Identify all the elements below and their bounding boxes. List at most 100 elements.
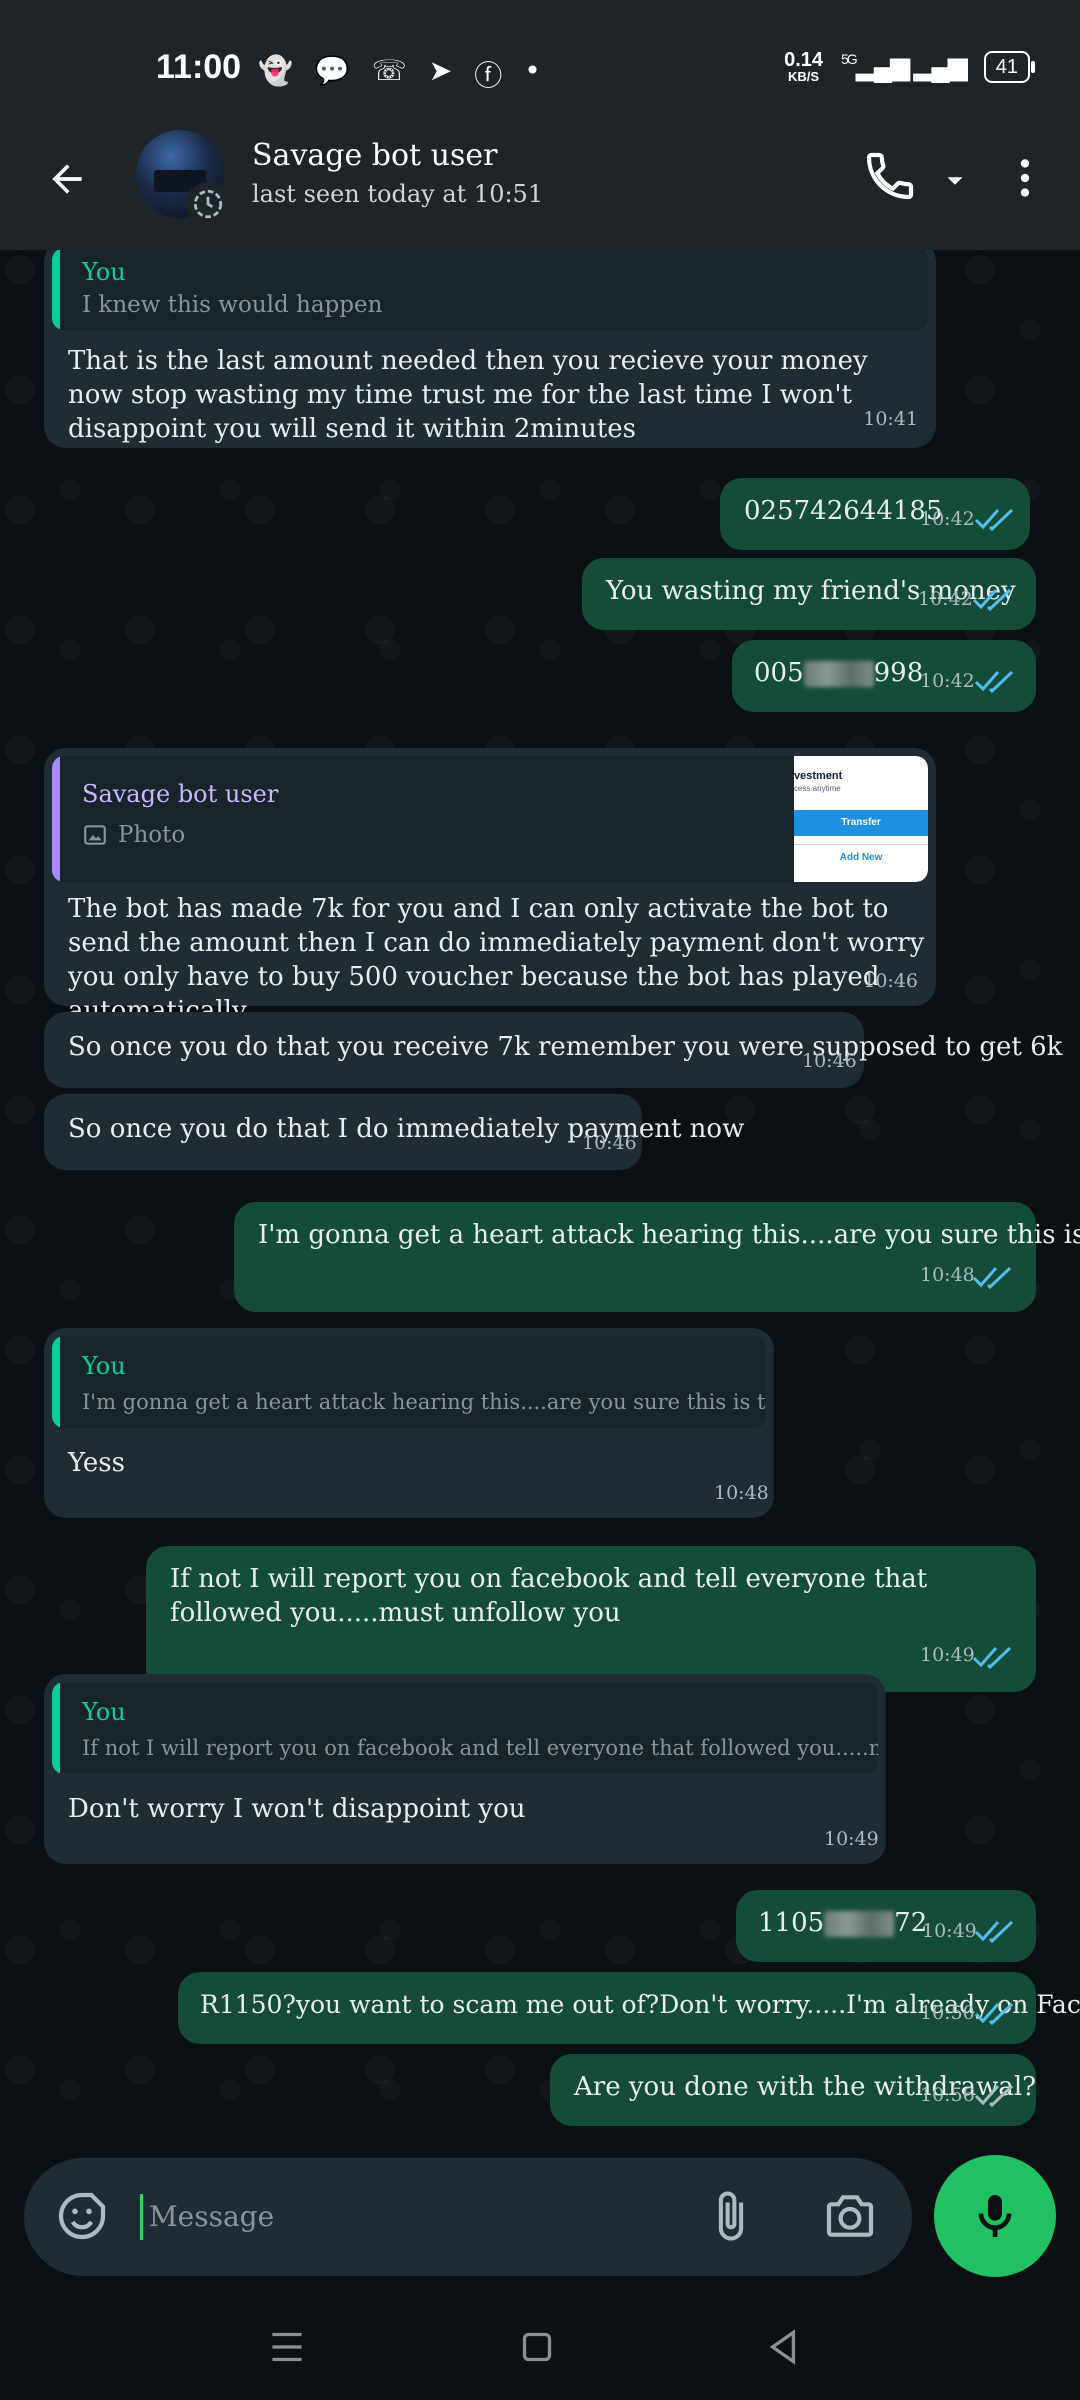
redacted-digits — [803, 661, 874, 687]
more-vert-icon — [1020, 159, 1030, 197]
facebook-icon: ⓕ — [474, 59, 503, 92]
status-time: 11:00 — [156, 48, 242, 86]
outgoing-message[interactable]: R1150?you want to scam me out of?Don't w… — [178, 1972, 1080, 2044]
incoming-message[interactable]: You I knew this would happen That is the… — [44, 250, 936, 448]
disappearing-timer-badge — [186, 182, 230, 226]
attach-icon — [718, 2191, 744, 2241]
thumb-divider — [794, 844, 928, 845]
missed-call-icon: ☏ — [371, 54, 407, 87]
quote-bar — [52, 1682, 60, 1774]
reply-quote[interactable]: You I knew this would happen — [52, 250, 928, 330]
thumb-subheading: cess anytime — [794, 784, 841, 793]
incoming-message[interactable]: Savage bot user Photo vestment cess anyt… — [44, 748, 936, 1026]
quote-author: Savage bot user — [82, 780, 279, 808]
message-time: 10:46 — [802, 1050, 857, 1072]
more-notifications-icon: • — [524, 54, 541, 87]
quote-author: You — [82, 1352, 126, 1380]
outgoing-message[interactable]: 005 998 10:42 — [732, 640, 1036, 712]
message-list[interactable]: You I knew this would happen That is the… — [0, 250, 1080, 2150]
reply-quote[interactable]: You If not I will report you on facebook… — [52, 1682, 878, 1774]
contact-name[interactable]: Savage bot user — [252, 138, 497, 173]
more-options-button[interactable] — [1000, 148, 1050, 208]
menu-icon — [272, 2332, 302, 2362]
redacted-digits — [824, 1911, 895, 1937]
message-time: 10:56 — [920, 2084, 975, 2106]
quote-text: I'm gonna get a heart attack hearing thi… — [82, 1390, 766, 1414]
message-text: I'm gonna get a heart attack hearing thi… — [258, 1220, 1080, 1250]
quote-text: If not I will report you on facebook and… — [82, 1736, 878, 1760]
message-time: 10:42 — [920, 670, 975, 692]
quote-author: You — [82, 258, 126, 286]
quote-thumbnail: vestment cess anytime Transfer Add New — [794, 756, 928, 882]
incoming-message[interactable]: So once you do that I do immediately pay… — [44, 1094, 744, 1170]
outgoing-message[interactable]: You wasting my friend's money 10:42 — [582, 558, 1036, 630]
message-composer: Message — [24, 2158, 912, 2276]
net-speed: 0.14 KB/S — [784, 50, 823, 83]
sticker-button[interactable] — [54, 2188, 114, 2248]
quote-bar — [52, 250, 60, 330]
message-text: So once you do that I do immediately pay… — [68, 1114, 745, 1144]
read-ticks-icon — [974, 670, 1014, 694]
message-time: 10:49 — [920, 1644, 975, 1666]
outgoing-message[interactable]: I'm gonna get a heart attack hearing thi… — [234, 1202, 1080, 1312]
network-type: 5G — [841, 51, 858, 67]
message-text: So once you do that you receive 7k remem… — [68, 1032, 1063, 1062]
message-time: 10:50 — [920, 2002, 975, 2024]
contact-avatar[interactable] — [136, 130, 230, 226]
message-time: 10:49 — [824, 1828, 879, 1850]
incoming-message[interactable]: So once you do that you receive 7k remem… — [44, 1012, 1062, 1088]
quote-text: I knew this would happen — [82, 292, 383, 318]
message-text: That is the last amount needed then you … — [68, 346, 868, 444]
message-text: 005 998 — [754, 656, 923, 690]
outgoing-message[interactable]: Are you done with the withdrawal? 10:56 — [550, 2054, 1036, 2126]
read-ticks-icon — [972, 1266, 1012, 1290]
call-options-dropdown[interactable] — [940, 166, 970, 196]
quote-text: Photo — [82, 822, 185, 848]
message-text-suffix: 998 — [873, 658, 924, 688]
incoming-message[interactable]: You I'm gonna get a heart attack hearing… — [44, 1328, 774, 1518]
reply-quote[interactable]: Savage bot user Photo vestment cess anyt… — [52, 756, 928, 882]
outgoing-message[interactable]: 025742644185 10:42 — [720, 478, 1030, 550]
message-input[interactable]: Message — [140, 2194, 709, 2240]
outgoing-message[interactable]: If not I will report you on facebook and… — [146, 1546, 1036, 1692]
net-speed-value: 0.14 — [784, 49, 824, 71]
delivered-ticks-icon — [974, 2084, 1014, 2108]
notification-icons: 👻 💬 ☏ ➤ ⓕ • — [258, 54, 541, 94]
status-right: 0.14 KB/S 5G▂▄▆ ▂▄▆ 41 — [784, 50, 1036, 83]
snapchat-icon: 👻 — [258, 54, 293, 87]
status-bar: 11:00 👻 💬 ☏ ➤ ⓕ • 0.14 KB/S 5G▂▄▆ ▂▄▆ 41 — [0, 0, 1080, 140]
message-time: 10:48 — [714, 1482, 769, 1504]
read-ticks-icon — [974, 508, 1014, 532]
signal-icon: 5G▂▄▆ ▂▄▆ — [841, 51, 968, 81]
recent-apps-button[interactable] — [262, 2322, 312, 2372]
reply-quote[interactable]: You I'm gonna get a heart attack hearing… — [52, 1336, 766, 1428]
attach-button[interactable] — [704, 2186, 764, 2246]
home-button[interactable] — [512, 2322, 562, 2372]
message-text: Yess — [68, 1448, 125, 1478]
camera-button[interactable] — [822, 2188, 882, 2248]
chat-bubble-icon: 💬 — [314, 54, 350, 87]
outgoing-message[interactable]: 1105 72 10:49 — [736, 1890, 1036, 1962]
voice-message-button[interactable] — [934, 2155, 1056, 2277]
back-arrow-icon — [52, 164, 82, 194]
message-text: 025742644185 — [744, 496, 943, 526]
thumb-transfer-button: Transfer — [794, 810, 928, 836]
back-button[interactable] — [36, 148, 98, 210]
net-speed-unit: KB/S — [788, 69, 820, 84]
message-text-prefix: 1105 — [758, 1908, 825, 1938]
read-ticks-icon — [972, 1646, 1012, 1670]
last-seen: last seen today at 10:51 — [252, 180, 544, 208]
mic-icon — [978, 2195, 1012, 2237]
system-nav-bar — [0, 2290, 1080, 2400]
back-triangle-icon — [769, 2329, 796, 2365]
message-time: 10:41 — [863, 408, 918, 430]
system-back-button[interactable] — [758, 2322, 808, 2372]
sticker-icon — [58, 2192, 106, 2240]
message-time: 10:42 — [918, 588, 973, 610]
message-text-prefix: 005 — [754, 658, 804, 688]
voice-call-button[interactable] — [862, 148, 922, 208]
message-text: Don't worry I won't disappoint you — [68, 1794, 526, 1824]
quote-photo-label: Photo — [118, 822, 186, 848]
incoming-message[interactable]: You If not I will report you on facebook… — [44, 1674, 886, 1864]
camera-icon — [826, 2195, 874, 2237]
